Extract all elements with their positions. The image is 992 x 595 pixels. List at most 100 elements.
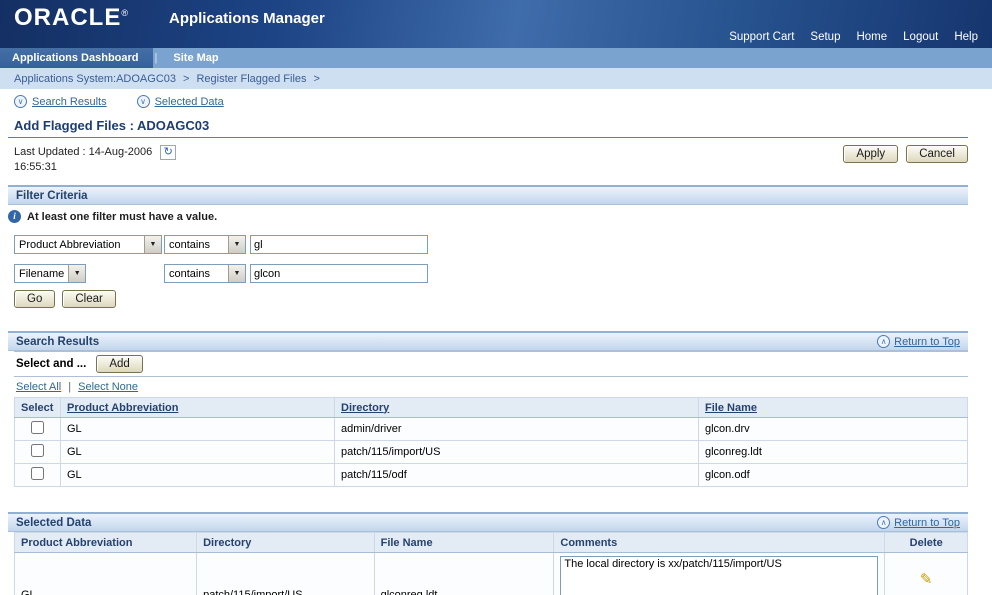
search-results-block: Select and ... Add Select All | Select N…: [14, 351, 968, 487]
breadcrumb-applications-system[interactable]: Applications System:ADOAGC03: [14, 73, 176, 85]
apply-button[interactable]: Apply: [843, 145, 899, 163]
row-select-checkbox[interactable]: [31, 421, 44, 434]
breadcrumb-separator: >: [183, 72, 190, 85]
quicklink-selected-data-link[interactable]: Selected Data: [155, 96, 224, 108]
link-logout[interactable]: Logout: [903, 31, 938, 43]
go-button[interactable]: Go: [14, 290, 56, 308]
link-home[interactable]: Home: [856, 31, 887, 43]
chevron-down-icon[interactable]: ▼: [68, 265, 86, 282]
app-title: Applications Manager: [168, 9, 325, 27]
last-updated-date: Last Updated : 14-Aug-2006: [14, 146, 153, 158]
table-row: GL patch/115/odf glcon.odf: [14, 463, 968, 487]
page-actions: Apply Cancel: [843, 145, 968, 163]
cell-product: GL: [60, 440, 335, 464]
column-header-file-name: File Name: [373, 532, 555, 553]
add-button[interactable]: Add: [96, 355, 143, 373]
filter1-operator-value: contains: [169, 238, 210, 251]
jump-down-icon: ∨: [14, 95, 27, 108]
refresh-icon[interactable]: ↻: [160, 145, 177, 160]
column-header-select: Select: [14, 397, 61, 418]
column-header-directory: Directory: [334, 397, 699, 418]
filter-note-text: At least one filter must have a value.: [27, 210, 218, 223]
filter2-operator-select[interactable]: contains ▼: [164, 264, 246, 283]
select-none-link[interactable]: Select None: [78, 381, 138, 393]
cell-directory: patch/115/import/US: [334, 440, 699, 464]
clear-button[interactable]: Clear: [62, 290, 116, 308]
return-to-top-search: ∧ Return to Top: [877, 335, 960, 348]
filter-buttons: Go Clear: [14, 290, 992, 308]
search-results-title: Search Results: [16, 335, 100, 348]
tab-separator: |: [154, 52, 158, 64]
breadcrumb-separator: >: [313, 72, 320, 85]
column-header-product: Product Abbreviation: [60, 397, 335, 418]
link-setup[interactable]: Setup: [810, 31, 840, 43]
column-header-file-name: File Name: [698, 397, 968, 418]
brand-row: ORACLE® Applications Manager: [0, 0, 992, 32]
search-results-table: Select Product Abbreviation Directory Fi…: [14, 397, 968, 487]
page-title: Add Flagged Files : ADOAGC03: [14, 118, 210, 133]
title-divider: [8, 137, 968, 138]
quick-links: ∨ Search Results ∨ Selected Data: [0, 89, 992, 112]
sort-product-link[interactable]: Product Abbreviation: [67, 402, 178, 414]
tab-applications-dashboard[interactable]: Applications Dashboard: [0, 48, 153, 68]
sort-file-name-link[interactable]: File Name: [705, 402, 757, 414]
tab-site-map[interactable]: Site Map: [159, 48, 232, 68]
filter-criteria-title: Filter Criteria: [16, 189, 88, 202]
filter2-operator-value: contains: [169, 267, 210, 280]
link-divider: |: [68, 381, 72, 393]
filter1-value-input[interactable]: [250, 235, 428, 254]
link-help[interactable]: Help: [954, 31, 978, 43]
jump-up-icon: ∧: [877, 335, 891, 348]
filter-note: i At least one filter must have a value.: [8, 210, 992, 223]
selected-data-section-bar: Selected Data ∧ Return to Top: [8, 512, 968, 532]
table-row: GL admin/driver glcon.drv: [14, 417, 968, 441]
selected-data-table: Product Abbreviation Directory File Name…: [13, 532, 968, 595]
row-select-checkbox[interactable]: [31, 444, 44, 457]
row-select-checkbox[interactable]: [31, 467, 44, 480]
selected-data-title: Selected Data: [16, 516, 92, 529]
column-header-comments: Comments: [553, 532, 886, 553]
cell-file-name: glconreg.ldt: [373, 552, 555, 595]
filter2-value-input[interactable]: [250, 264, 428, 283]
quicklink-search-results: ∨ Search Results: [14, 95, 107, 108]
chevron-down-icon[interactable]: ▼: [228, 236, 245, 253]
jump-up-icon: ∧: [877, 516, 891, 529]
cell-file-name: glcon.odf: [698, 463, 968, 487]
select-all-link[interactable]: Select All: [16, 381, 61, 393]
updated-row: Last Updated : 14-Aug-2006 ↻ 16:55:31 Ap…: [14, 145, 968, 175]
column-header-delete: Delete: [884, 532, 968, 553]
quicklink-search-results-link[interactable]: Search Results: [32, 96, 107, 108]
filter1-field-value: Product Abbreviation: [19, 238, 121, 251]
cell-comments: The local directory is xx/patch/115/impo…: [553, 552, 886, 595]
filter-row-1: Product Abbreviation ▼ contains ▼: [14, 235, 992, 254]
cell-product: GL: [13, 552, 198, 595]
jump-down-icon: ∨: [136, 95, 150, 108]
quicklink-selected-data: ∨ Selected Data: [136, 95, 224, 108]
chevron-down-icon[interactable]: ▼: [144, 236, 161, 253]
breadcrumb-register-flagged-files[interactable]: Register Flagged Files: [196, 73, 306, 85]
cancel-button[interactable]: Cancel: [906, 145, 968, 163]
comment-textarea[interactable]: The local directory is xx/patch/115/impo…: [560, 556, 879, 595]
column-header-directory: Directory: [196, 532, 375, 553]
sort-directory-link[interactable]: Directory: [341, 402, 389, 414]
filter1-operator-select[interactable]: contains ▼: [164, 235, 246, 254]
cell-product: GL: [60, 417, 335, 441]
cell-directory: admin/driver: [334, 417, 699, 441]
filter2-field-select[interactable]: Filename ▼: [14, 264, 87, 283]
info-icon: i: [8, 210, 21, 223]
breadcrumb: Applications System:ADOAGC03 > Register …: [0, 68, 992, 89]
return-to-top-selected: ∧ Return to Top: [877, 516, 960, 529]
cell-directory: patch/115/import/US: [196, 552, 375, 595]
link-support-cart[interactable]: Support Cart: [729, 31, 794, 43]
selected-data-header-row: Product Abbreviation Directory File Name…: [13, 532, 968, 553]
chevron-down-icon[interactable]: ▼: [228, 265, 245, 282]
filter1-field-select[interactable]: Product Abbreviation ▼: [14, 235, 162, 254]
return-to-top-link[interactable]: Return to Top: [894, 336, 960, 348]
cell-file-name: glconreg.ldt: [698, 440, 968, 464]
last-updated-time: 16:55:31: [14, 161, 57, 173]
filter-criteria-section-bar: Filter Criteria: [8, 185, 968, 205]
cell-product: GL: [60, 463, 335, 487]
select-and-label: Select and ...: [16, 358, 87, 370]
edit-icon[interactable]: ✎: [920, 571, 933, 588]
return-to-top-link[interactable]: Return to Top: [894, 517, 960, 529]
